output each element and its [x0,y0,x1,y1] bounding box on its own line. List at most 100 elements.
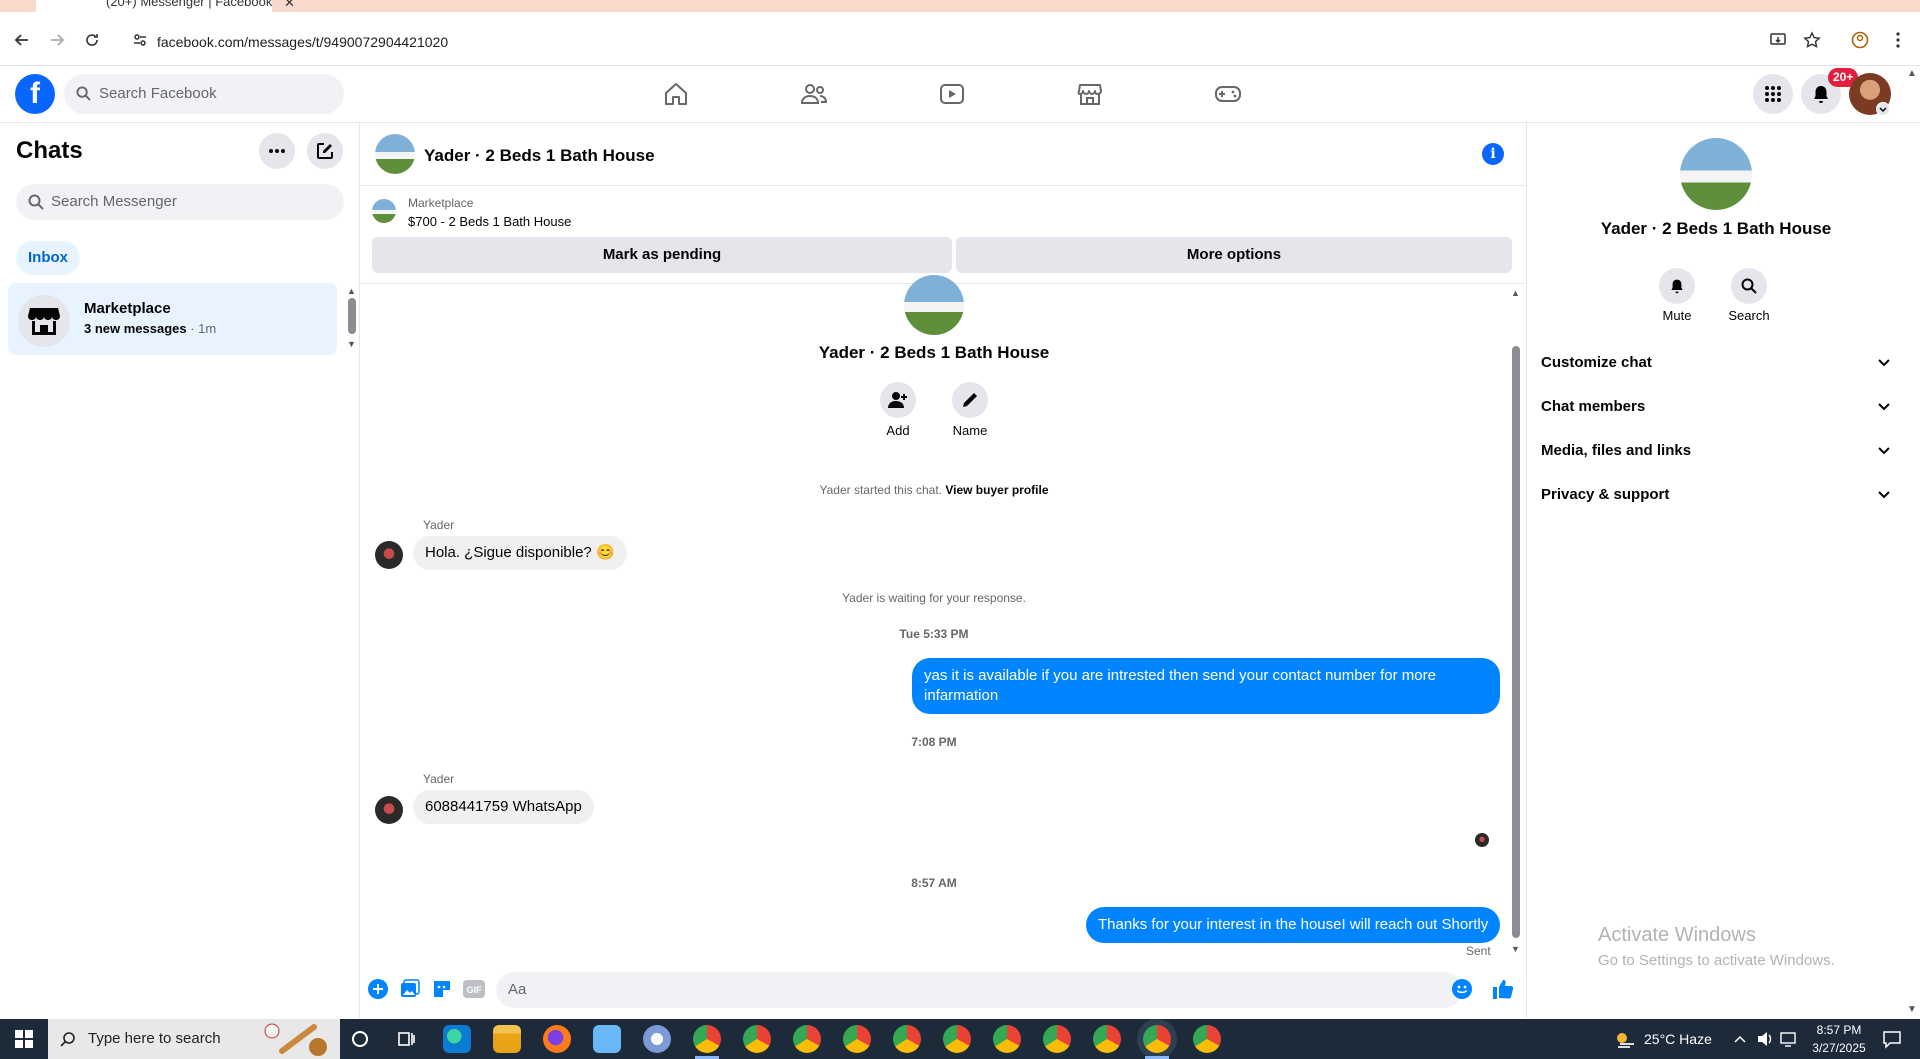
add-person-icon[interactable] [880,382,916,418]
back-arrow-icon[interactable] [10,28,34,52]
chrome-profile-icon[interactable] [1043,1025,1071,1053]
conversation-avatar[interactable] [375,134,415,174]
outgoing-message-bubble[interactable]: yas it is available if you are intrested… [912,658,1500,714]
file-explorer-icon[interactable] [493,1025,521,1053]
mute-bell-icon[interactable] [1659,268,1695,304]
chrome-profile-icon[interactable] [843,1025,871,1053]
chrome-profile-icon[interactable] [893,1025,921,1053]
chat-item-name: Marketplace [84,300,171,317]
details-search-label: Search [1728,308,1770,323]
attach-photo-icon[interactable] [399,978,421,1000]
menu-grid-icon[interactable] [1753,74,1793,114]
account-chevron-icon[interactable] [1876,102,1890,116]
inbox-filter-tab[interactable]: Inbox [16,241,80,275]
taskbar-clock-time[interactable]: 8:57 PM [1804,1023,1874,1037]
conversation-scrollbar-thumb[interactable] [1512,346,1520,938]
section-label: Media, files and links [1541,442,1692,459]
task-view-icon[interactable] [396,1029,416,1049]
friends-icon[interactable] [800,82,828,106]
mark-as-pending-button[interactable]: Mark as pending [372,237,952,273]
chrome-profile-icon[interactable] [993,1025,1021,1053]
gif-icon[interactable]: GIF [463,978,485,1000]
install-app-icon[interactable] [1766,28,1790,52]
home-icon[interactable] [662,82,690,106]
new-message-icon[interactable] [307,133,343,169]
chevron-down-icon [1877,433,1891,469]
network-icon[interactable] [1780,1031,1798,1047]
chrome-profile-icon[interactable] [693,1025,721,1053]
video-icon[interactable] [938,82,966,106]
taskbar-search-icon [60,1031,76,1047]
forward-arrow-icon[interactable] [45,28,69,52]
facebook-search-placeholder: Search Facebook [99,85,217,102]
bookmark-star-icon[interactable] [1800,28,1824,52]
emoji-icon[interactable] [1451,978,1473,1000]
tab-close-icon[interactable]: ✕ [284,0,295,11]
more-options-button[interactable]: More options [956,237,1512,273]
page-scroll-down-icon[interactable]: ▼ [1907,1004,1917,1015]
windows-start-icon[interactable] [0,1019,48,1059]
chrome-profile-icon[interactable] [793,1025,821,1053]
thumbs-up-icon[interactable] [1492,978,1514,1000]
messenger-search-icon [28,194,44,210]
action-center-icon[interactable] [1882,1029,1902,1049]
sticker-icon[interactable] [431,978,453,1000]
edge-browser-icon[interactable] [443,1025,471,1053]
chats-scroll-up-icon[interactable]: ▲ [347,286,356,296]
weather-icon[interactable] [1614,1030,1636,1048]
listing-thumbnail[interactable] [372,199,396,223]
edit-name-pencil-icon[interactable] [952,382,988,418]
reload-icon[interactable] [80,28,104,52]
browser-profile-icon[interactable] [1848,28,1872,52]
sender-avatar[interactable] [375,541,403,569]
site-info-icon[interactable] [128,28,152,52]
chat-item-preview: 3 new messages · 1m [84,321,216,336]
chats-options-icon[interactable] [259,133,295,169]
conversation-scroll-down-icon[interactable]: ▼ [1511,944,1520,954]
marketplace-icon[interactable] [1076,82,1104,106]
svg-text:GIF: GIF [467,985,483,995]
url-text[interactable]: facebook.com/messages/t/9490072904421020 [157,34,448,50]
more-actions-plus-icon[interactable] [367,978,389,1000]
details-avatar[interactable] [1680,138,1752,210]
message-timestamp: 7:08 PM [911,735,957,749]
message-input[interactable] [496,972,1462,1008]
view-buyer-profile-link[interactable]: View buyer profile [945,483,1048,497]
media-files-links-section[interactable]: Media, files and links [1541,433,1891,469]
incoming-message-bubble[interactable]: Hola. ¿Sigue disponible? 😊 [413,536,627,570]
customize-chat-section[interactable]: Customize chat [1541,345,1891,381]
browser-menu-icon[interactable] [1886,28,1910,52]
chats-title: Chats [16,137,83,164]
chats-scrollbar-thumb[interactable] [348,298,356,334]
chrome-profile-icon[interactable] [1093,1025,1121,1053]
conversation-info-icon[interactable]: i [1482,143,1504,165]
facebook-logo[interactable]: f [15,74,55,114]
chats-scroll-down-icon[interactable]: ▼ [347,339,356,349]
browser-tab-active[interactable]: (20+) Messenger | Facebook ✕ [36,0,295,12]
firefox-icon[interactable] [543,1025,571,1053]
paint-app-icon[interactable] [643,1025,671,1053]
outgoing-message-bubble[interactable]: Thanks for your interest in the houseI w… [1086,907,1501,943]
page-scroll-up-icon[interactable]: ▲ [1907,68,1917,79]
chrome-profile-icon[interactable] [943,1025,971,1053]
show-hidden-icons-chevron-icon[interactable] [1734,1034,1746,1044]
notepad-app-icon[interactable] [593,1025,621,1053]
conversation-intro-avatar [904,275,964,335]
chrome-active-icon[interactable] [1143,1025,1171,1053]
chrome-profile-icon[interactable] [1193,1025,1221,1053]
gaming-icon[interactable] [1214,82,1242,106]
search-icon [76,86,91,101]
listing-title[interactable]: $700 - 2 Beds 1 Bath House [408,214,571,229]
volume-icon[interactable] [1756,1031,1774,1047]
incoming-message-bubble[interactable]: 6088441759 WhatsApp [413,790,594,824]
cortana-circle-icon[interactable] [350,1029,370,1049]
sender-avatar[interactable] [375,796,403,824]
privacy-support-section[interactable]: Privacy & support [1541,477,1891,513]
chat-members-section[interactable]: Chat members [1541,389,1891,425]
taskbar-clock-date[interactable]: 3/27/2025 [1804,1041,1874,1055]
weather-text[interactable]: 25°C Haze [1644,1031,1712,1047]
conversation-scroll-up-icon[interactable]: ▲ [1511,288,1520,298]
chrome-profile-icon[interactable] [743,1025,771,1053]
details-search-icon[interactable] [1731,268,1767,304]
conversation-title[interactable]: Yader · 2 Beds 1 Bath House [424,146,655,166]
